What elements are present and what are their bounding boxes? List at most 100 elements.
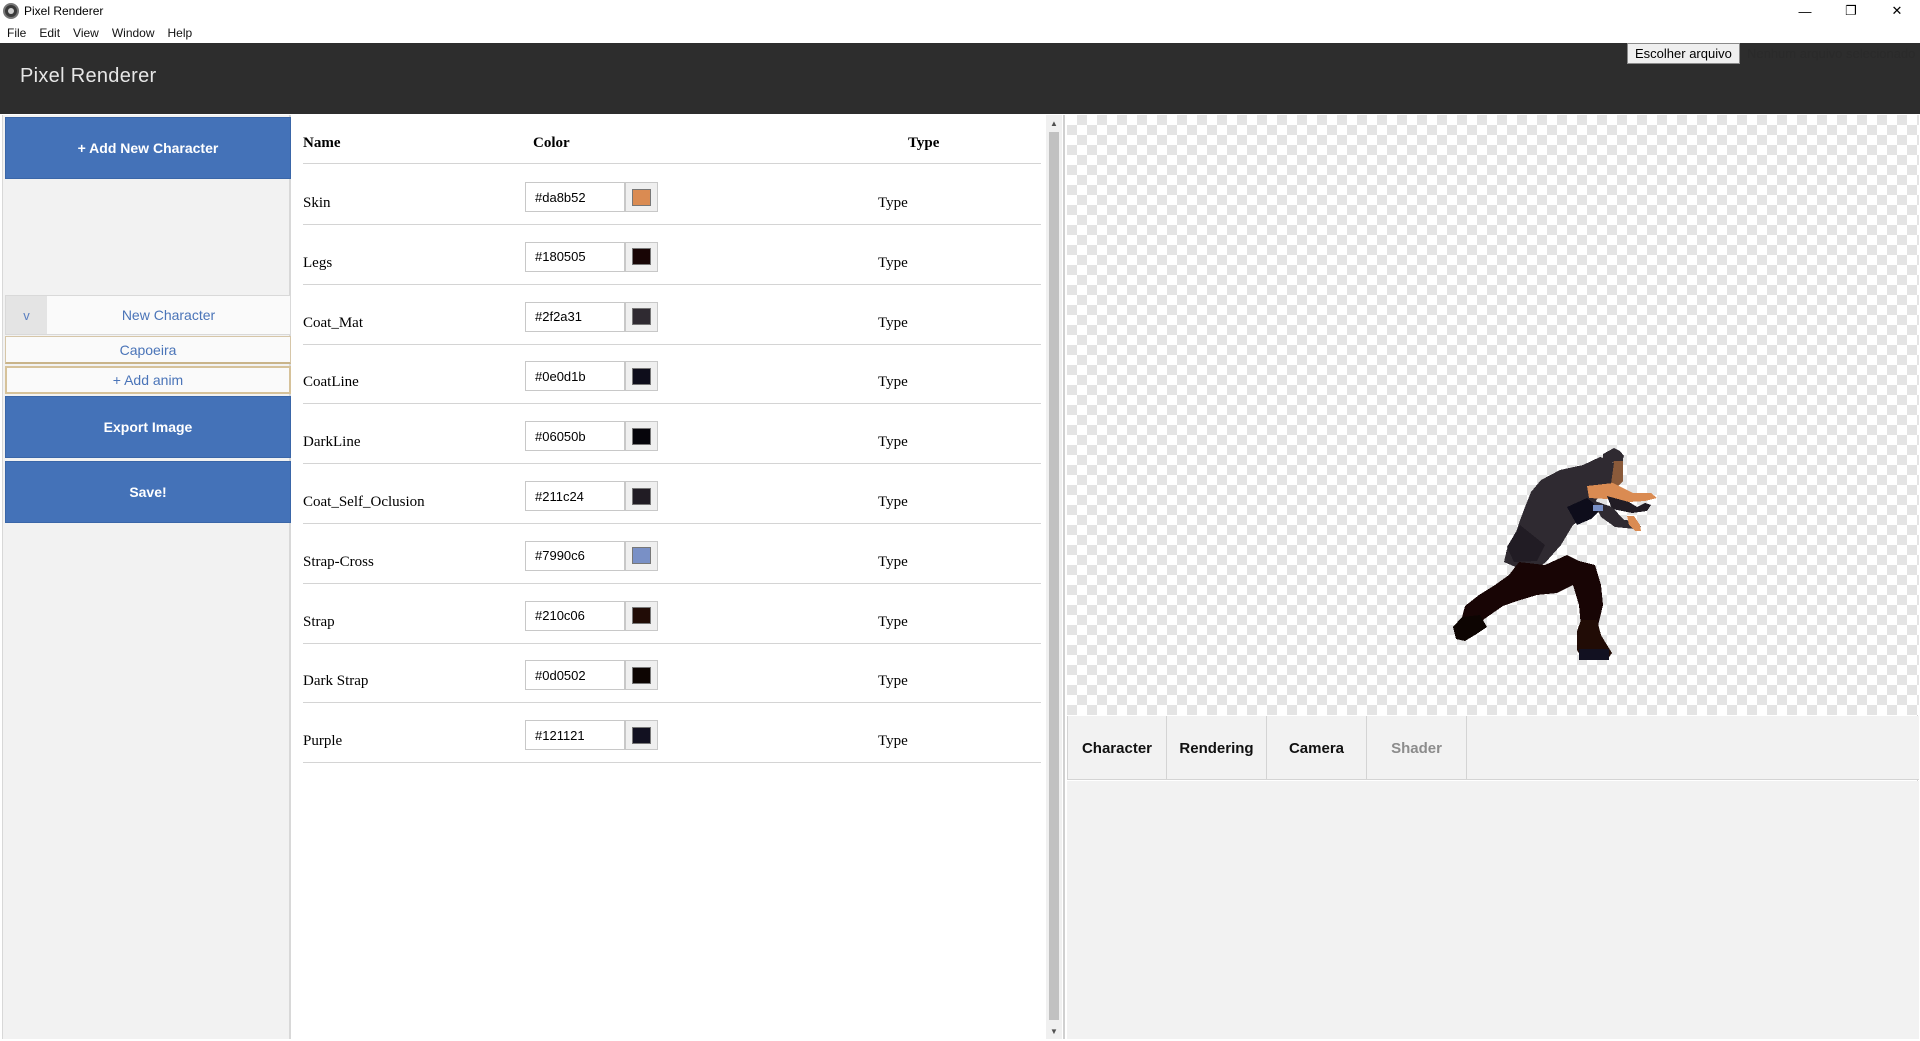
expand-toggle[interactable]: v bbox=[6, 296, 47, 334]
hex-color-input[interactable]: #2f2a31 bbox=[525, 301, 625, 332]
color-name: Strap-Cross bbox=[303, 553, 374, 570]
type-label: Type bbox=[878, 254, 908, 271]
type-label: Type bbox=[878, 374, 908, 391]
color-picker-button[interactable] bbox=[625, 540, 658, 571]
color-name: Legs bbox=[303, 254, 333, 271]
hex-color-input[interactable]: #06050b bbox=[525, 421, 625, 452]
type-label: Type bbox=[878, 434, 908, 451]
type-label: Type bbox=[878, 733, 908, 750]
table-row: CoatLine #0e0d1b Type bbox=[303, 344, 1041, 405]
render-canvas[interactable] bbox=[1067, 115, 1919, 715]
color-name: Purple bbox=[303, 733, 343, 750]
color-swatch bbox=[632, 367, 651, 385]
menu-bar: File Edit View Window Help bbox=[0, 22, 1920, 43]
header-name: Name bbox=[303, 135, 341, 151]
tab-camera[interactable]: Camera bbox=[1267, 716, 1367, 780]
table-row: DarkLine #06050b Type bbox=[303, 404, 1041, 465]
vertical-scrollbar[interactable]: ▲ ▼ bbox=[1046, 115, 1062, 1039]
type-label: Type bbox=[878, 494, 908, 510]
color-picker-button[interactable] bbox=[625, 660, 658, 691]
color-name: CoatLine bbox=[303, 374, 359, 391]
window-titlebar: Pixel Renderer — ❐ ✕ bbox=[0, 0, 1920, 22]
color-name: Dark Strap bbox=[303, 673, 369, 690]
add-new-character-button[interactable]: + Add New Character bbox=[5, 117, 291, 179]
animation-item-capoeira[interactable]: Capoeira bbox=[5, 336, 291, 364]
window-controls: — ❐ ✕ bbox=[1782, 0, 1920, 22]
tab-rendering[interactable]: Rendering bbox=[1167, 716, 1267, 780]
color-swatch bbox=[632, 188, 651, 206]
table-header: Name Color Type bbox=[303, 115, 1041, 164]
color-swatch bbox=[632, 726, 651, 744]
add-anim-button[interactable]: + Add anim bbox=[5, 366, 291, 394]
type-label: Type bbox=[878, 195, 908, 211]
menu-file[interactable]: File bbox=[0, 26, 32, 40]
character-sprite bbox=[1453, 448, 1657, 660]
menu-view[interactable]: View bbox=[66, 26, 105, 40]
color-name: Coat_Mat bbox=[303, 314, 363, 331]
type-label: Type bbox=[878, 553, 908, 570]
color-picker-button[interactable] bbox=[625, 301, 658, 332]
color-name: Skin bbox=[303, 195, 331, 211]
header-type: Type bbox=[908, 135, 940, 151]
hex-color-input[interactable]: #180505 bbox=[525, 241, 625, 272]
table-row: Dark Strap #0d0502 Type bbox=[303, 643, 1041, 704]
hex-color-input[interactable]: #211c24 bbox=[525, 481, 625, 511]
menu-edit[interactable]: Edit bbox=[32, 26, 66, 40]
minimize-icon[interactable]: — bbox=[1782, 0, 1828, 22]
choose-file-button[interactable]: Escolher arquivo bbox=[1627, 43, 1740, 64]
color-picker-button[interactable] bbox=[625, 182, 658, 212]
menu-window[interactable]: Window bbox=[105, 26, 161, 40]
color-name: DarkLine bbox=[303, 434, 361, 451]
table-row: Legs #180505 Type bbox=[303, 225, 1041, 285]
character-sidebar: + Add New Character v New Character Capo… bbox=[2, 115, 291, 1039]
color-swatch bbox=[632, 308, 651, 326]
color-swatch bbox=[632, 547, 651, 565]
table-row: Strap #210c06 Type bbox=[303, 584, 1041, 644]
header-color: Color bbox=[533, 135, 570, 151]
color-picker-button[interactable] bbox=[625, 421, 658, 452]
hex-color-input[interactable]: #210c06 bbox=[525, 600, 625, 631]
type-label: Type bbox=[878, 613, 908, 630]
type-label: Type bbox=[878, 314, 908, 331]
app-title: Pixel Renderer bbox=[20, 65, 157, 87]
table-row: Coat_Mat #2f2a31 Type bbox=[303, 285, 1041, 345]
color-name: Coat_Self_Oclusion bbox=[303, 494, 425, 510]
menu-help[interactable]: Help bbox=[161, 26, 199, 40]
color-swatch bbox=[632, 666, 651, 684]
hex-color-input[interactable]: #da8b52 bbox=[525, 182, 625, 212]
tab-content bbox=[1067, 781, 1919, 1039]
hex-color-input[interactable]: #0e0d1b bbox=[525, 361, 625, 392]
export-image-button[interactable]: Export Image bbox=[5, 396, 291, 458]
color-swatch bbox=[632, 487, 651, 505]
preview-panel: Character Rendering Camera Shader bbox=[1063, 115, 1919, 1039]
color-name: Strap bbox=[303, 613, 335, 630]
hex-color-input[interactable]: #0d0502 bbox=[525, 660, 625, 691]
character-name[interactable]: New Character bbox=[47, 296, 290, 334]
character-list-item: v New Character bbox=[5, 295, 291, 335]
scrollbar-thumb[interactable] bbox=[1049, 132, 1059, 1020]
color-picker-button[interactable] bbox=[625, 361, 658, 392]
table-row: Skin #da8b52 Type bbox=[303, 165, 1041, 225]
palette-table: Name Color Type Skin #da8b52 Type Legs #1805… bbox=[293, 115, 1062, 1039]
color-picker-button[interactable] bbox=[625, 600, 658, 631]
color-picker-button[interactable] bbox=[625, 241, 658, 272]
scroll-up-icon[interactable]: ▲ bbox=[1046, 115, 1062, 131]
table-row: Strap-Cross #7990c6 Type bbox=[303, 524, 1041, 584]
hex-color-input[interactable]: #7990c6 bbox=[525, 540, 625, 571]
app-header: Pixel Renderer Escolher arquivo Nenhum a… bbox=[0, 43, 1920, 114]
tab-shader[interactable]: Shader bbox=[1367, 716, 1467, 780]
maximize-icon[interactable]: ❐ bbox=[1828, 0, 1874, 22]
window-title: Pixel Renderer bbox=[24, 4, 104, 18]
color-swatch bbox=[632, 427, 651, 445]
tab-character[interactable]: Character bbox=[1067, 716, 1167, 780]
save-button[interactable]: Save! bbox=[5, 461, 291, 523]
scroll-down-icon[interactable]: ▼ bbox=[1046, 1023, 1062, 1039]
table-row: Purple #121121 Type bbox=[303, 703, 1041, 764]
close-icon[interactable]: ✕ bbox=[1874, 0, 1920, 22]
table-row: Coat_Self_Oclusion #211c24 Type bbox=[303, 464, 1041, 524]
file-status-text: Nenhum arquivo selecionado bbox=[1747, 46, 1916, 61]
color-picker-button[interactable] bbox=[625, 720, 658, 751]
hex-color-input[interactable]: #121121 bbox=[525, 720, 625, 751]
color-picker-button[interactable] bbox=[625, 481, 658, 511]
color-swatch bbox=[632, 607, 651, 625]
